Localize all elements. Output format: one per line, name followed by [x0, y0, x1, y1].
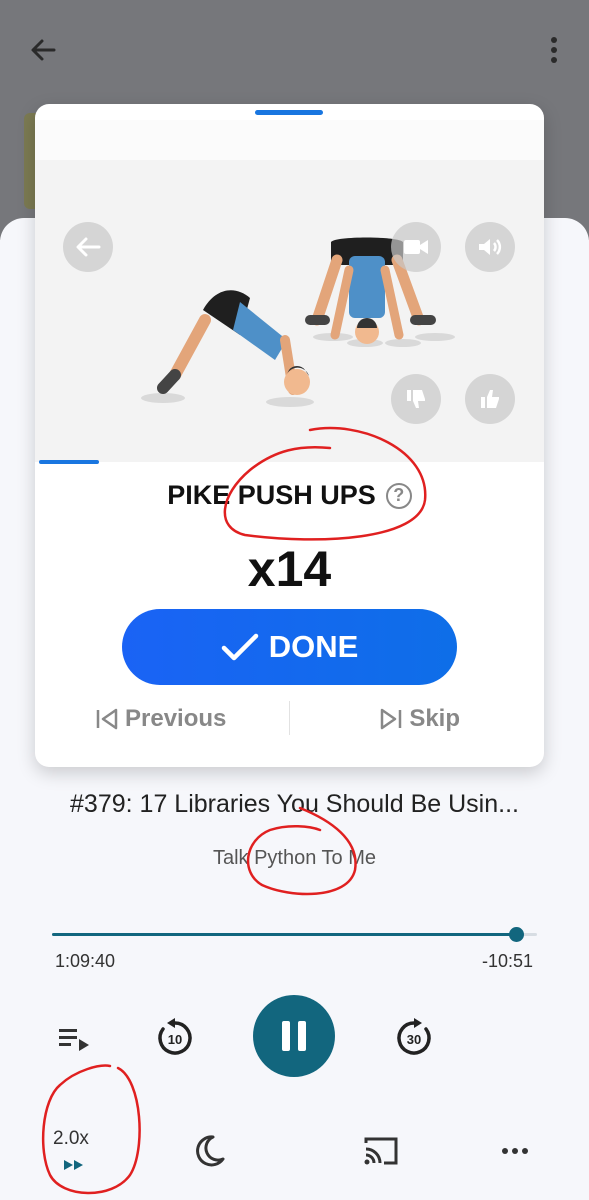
overflow-button[interactable] — [498, 1138, 532, 1164]
card-header-area — [35, 120, 544, 160]
video-button[interactable] — [391, 222, 441, 272]
arrow-left-icon — [76, 237, 101, 257]
exercise-nav-row: Previous Skip — [35, 699, 544, 739]
done-label: DONE — [268, 629, 359, 664]
queue-button[interactable] — [54, 1022, 94, 1056]
video-camera-icon — [404, 240, 428, 254]
previous-label: Previous — [125, 705, 227, 732]
forward-button[interactable]: 30 — [391, 1014, 437, 1060]
elapsed-time: 1:09:40 — [55, 951, 116, 971]
previous-exercise-button[interactable] — [63, 222, 113, 272]
rewind-10-icon: 10 — [158, 1018, 192, 1055]
rep-count: x14 — [247, 541, 332, 597]
back-arrow-icon[interactable] — [28, 35, 58, 65]
moon-icon — [196, 1135, 225, 1167]
dislike-button[interactable] — [391, 374, 441, 424]
cast-icon — [364, 1137, 398, 1165]
skip-previous-icon — [96, 708, 118, 730]
forward-seconds: 30 — [407, 1032, 421, 1047]
exercise-name: PIKE PUSH UPS — [167, 480, 376, 510]
thumbs-up-icon — [481, 390, 499, 408]
exercise-title-row: PIKE PUSH UPS ? — [35, 480, 544, 511]
more-vertical-icon[interactable] — [544, 35, 564, 65]
forward-30-icon: 30 — [397, 1018, 431, 1055]
remaining-time: -10:51 — [481, 951, 533, 971]
cast-button[interactable] — [360, 1133, 402, 1169]
nav-divider — [289, 701, 290, 735]
thumbs-down-icon — [407, 390, 425, 408]
rewind-seconds: 10 — [168, 1032, 182, 1047]
like-button[interactable] — [465, 374, 515, 424]
sleep-timer-button[interactable] — [192, 1133, 228, 1169]
pause-icon — [282, 1021, 306, 1051]
previous-button[interactable]: Previous — [95, 699, 226, 739]
rewind-button[interactable]: 10 — [152, 1014, 198, 1060]
playlist-icon — [59, 1029, 89, 1051]
exercise-illustration — [35, 160, 544, 462]
skip-next-icon — [381, 708, 402, 730]
pike-push-up-figure — [141, 237, 455, 407]
playback-speed[interactable]: 2.0x — [53, 1128, 89, 1150]
more-horizontal-icon — [502, 1148, 528, 1154]
seek-bar-thumb[interactable] — [508, 927, 524, 942]
episode-title: #379: 17 Libraries You Should Be Usin... — [70, 790, 519, 818]
sound-button[interactable] — [465, 222, 515, 272]
done-button[interactable]: DONE — [122, 609, 457, 685]
checkmark-icon — [221, 633, 258, 661]
fast-forward-icon — [64, 1160, 83, 1170]
seek-bar[interactable] — [52, 927, 537, 942]
seek-bar-progress — [52, 933, 516, 936]
exercise-progress-indicator — [39, 460, 99, 464]
workout-card: PIKE PUSH UPS ? x14 DONE Previous Skip — [35, 104, 544, 767]
show-name[interactable]: Talk Python To Me — [0, 847, 589, 870]
pause-button[interactable] — [253, 995, 335, 1077]
speaker-icon — [479, 239, 502, 255]
skip-button[interactable]: Skip — [379, 699, 460, 739]
help-icon[interactable]: ? — [385, 482, 412, 509]
skip-label: Skip — [409, 705, 460, 732]
card-progress-handle — [255, 110, 323, 115]
